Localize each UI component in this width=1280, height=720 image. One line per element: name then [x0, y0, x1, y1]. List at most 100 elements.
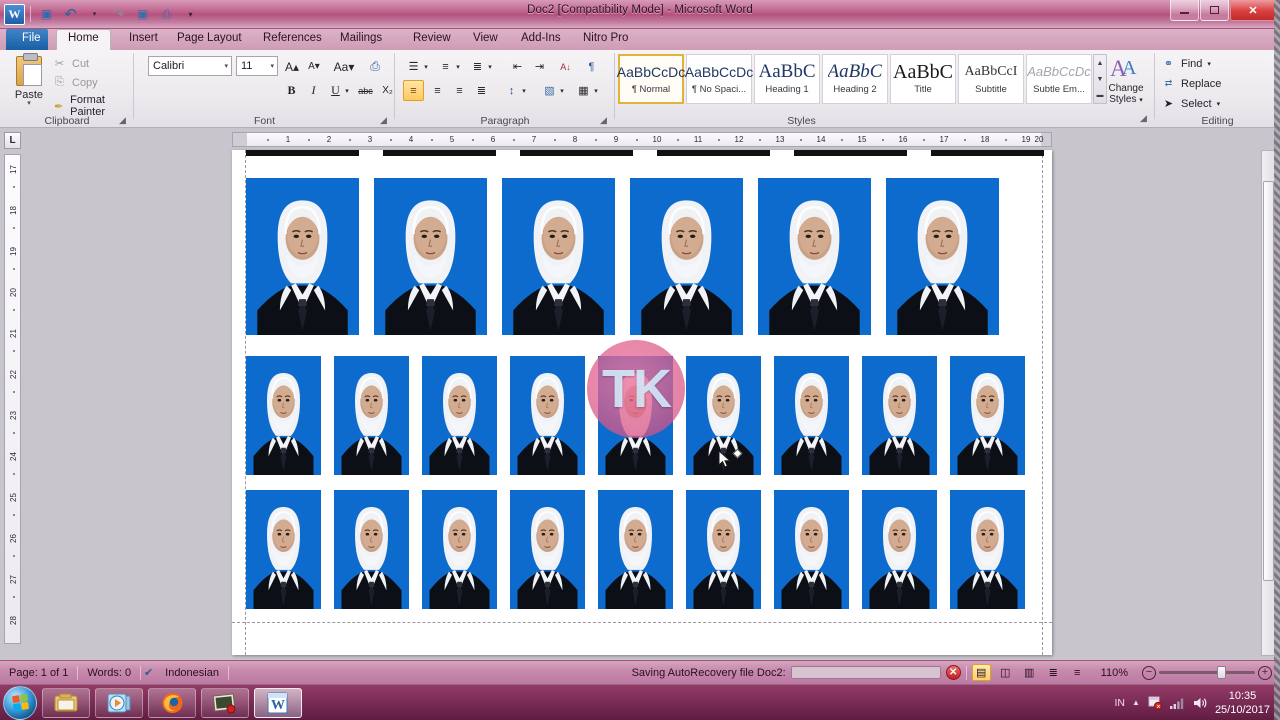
- font-dialog-launcher[interactable]: ◢: [378, 115, 389, 126]
- justify-button[interactable]: ≣: [471, 80, 492, 101]
- strikethrough-button[interactable]: abc: [355, 80, 376, 101]
- style-heading-1[interactable]: AaBbC Heading 1: [754, 54, 820, 104]
- taskbar-firefox[interactable]: [148, 687, 196, 718]
- zoom-thumb[interactable]: [1217, 666, 1226, 679]
- tab-home[interactable]: Home: [56, 29, 111, 50]
- grow-font-button[interactable]: A▴: [282, 56, 302, 77]
- italic-button[interactable]: I: [303, 80, 324, 101]
- style-title[interactable]: AaBbC Title: [890, 54, 956, 104]
- portrait-photo[interactable]: [502, 178, 615, 335]
- flag-icon[interactable]: ✕: [1147, 696, 1162, 710]
- maximize-button[interactable]: [1200, 0, 1229, 21]
- style-normal[interactable]: AaBbCcDc ¶ Normal: [617, 54, 685, 104]
- taskbar-photo-viewer[interactable]: [201, 687, 249, 718]
- tab-references[interactable]: References: [252, 29, 333, 50]
- zoom-out-button[interactable]: −: [1142, 665, 1156, 680]
- font-name-input[interactable]: Calibri ▾: [148, 56, 232, 76]
- zoom-level[interactable]: 110%: [1092, 667, 1137, 679]
- show-hidden-icons-icon[interactable]: ▲: [1132, 698, 1140, 707]
- taskbar-windows-explorer[interactable]: [42, 687, 90, 718]
- borders-dropdown-icon[interactable]: ▾: [591, 80, 601, 101]
- multilevel-list-dropdown-icon[interactable]: ▾: [485, 56, 495, 77]
- word-count[interactable]: Words: 0: [78, 667, 140, 679]
- tab-stop-selector[interactable]: L: [4, 132, 21, 149]
- portrait-photo[interactable]: [510, 490, 585, 609]
- portrait-photo[interactable]: [862, 356, 937, 475]
- print-layout-view-button[interactable]: ▤: [971, 664, 991, 681]
- network-signal-icon[interactable]: [1169, 696, 1185, 710]
- portrait-photo[interactable]: [374, 178, 487, 335]
- styles-dialog-launcher[interactable]: ◢: [1138, 113, 1149, 124]
- minimize-button[interactable]: [1170, 0, 1199, 21]
- paste-button[interactable]: Paste ▾: [8, 53, 50, 114]
- style-subtitle[interactable]: AaBbCcI Subtitle: [958, 54, 1024, 104]
- style-no-spacing[interactable]: AaBbCcDc ¶ No Spaci...: [685, 54, 753, 104]
- shading-dropdown-icon[interactable]: ▾: [557, 80, 567, 101]
- tab-add-ins[interactable]: Add-Ins: [510, 29, 572, 50]
- align-center-button[interactable]: ≡: [427, 80, 448, 101]
- portrait-photo[interactable]: [774, 490, 849, 609]
- close-button[interactable]: ✕: [1230, 0, 1276, 21]
- portrait-photo[interactable]: [630, 178, 743, 335]
- portrait-photo[interactable]: [246, 490, 321, 609]
- tab-review[interactable]: Review: [402, 29, 462, 50]
- tab-insert[interactable]: Insert: [118, 29, 169, 50]
- tab-file[interactable]: File: [6, 29, 48, 50]
- photo-partial[interactable]: [931, 150, 1044, 156]
- select-dropdown-icon[interactable]: ▾: [1217, 100, 1221, 108]
- zoom-track[interactable]: [1159, 666, 1255, 679]
- bold-button[interactable]: B: [281, 80, 302, 101]
- photo-partial[interactable]: [520, 150, 633, 156]
- style-heading-2[interactable]: AaBbC Heading 2: [822, 54, 888, 104]
- start-button[interactable]: [3, 685, 37, 720]
- zoom-slider[interactable]: − +: [1142, 665, 1272, 680]
- spell-check-icon[interactable]: ✔: [141, 666, 156, 680]
- numbering-dropdown-icon[interactable]: ▾: [453, 56, 463, 77]
- photo-partial[interactable]: [794, 150, 907, 156]
- style-subtle-emphasis[interactable]: AaBbCcDc Subtle Em...: [1026, 54, 1092, 104]
- align-right-button[interactable]: ≡: [449, 80, 470, 101]
- cut-button[interactable]: ✂ Cut: [52, 56, 89, 71]
- portrait-photo[interactable]: [422, 356, 497, 475]
- language-indicator[interactable]: Indonesian: [156, 667, 228, 679]
- font-name-dropdown-icon[interactable]: ▾: [222, 62, 228, 70]
- draft-view-button[interactable]: ≡: [1068, 664, 1087, 681]
- font-size-dropdown-icon[interactable]: ▾: [268, 62, 274, 70]
- portrait-photo[interactable]: [246, 178, 359, 335]
- line-spacing-dropdown-icon[interactable]: ▾: [519, 80, 529, 101]
- cancel-save-button[interactable]: ✕: [945, 665, 961, 680]
- underline-dropdown-icon[interactable]: ▾: [342, 80, 352, 101]
- portrait-photo[interactable]: [334, 490, 409, 609]
- portrait-photo[interactable]: [758, 178, 871, 335]
- portrait-photo[interactable]: [950, 356, 1025, 475]
- tab-view[interactable]: View: [462, 29, 509, 50]
- portrait-photo[interactable]: [686, 356, 761, 475]
- portrait-photo[interactable]: [334, 356, 409, 475]
- taskbar-windows-media-player[interactable]: [95, 687, 143, 718]
- find-button[interactable]: ⚭ Find ▾: [1161, 56, 1211, 71]
- align-left-button[interactable]: ≡: [403, 80, 424, 101]
- portrait-photo[interactable]: [246, 356, 321, 475]
- font-size-input[interactable]: 11 ▾: [236, 56, 278, 76]
- tab-page-layout[interactable]: Page Layout: [166, 29, 253, 50]
- outline-view-button[interactable]: ≣: [1044, 664, 1063, 681]
- web-layout-view-button[interactable]: ▥: [1020, 664, 1039, 681]
- clipboard-dialog-launcher[interactable]: ◢: [117, 115, 128, 126]
- document-page[interactable]: TK: [232, 150, 1052, 655]
- copy-button[interactable]: ⎘ Copy: [52, 75, 98, 90]
- increase-indent-button[interactable]: ⇥: [529, 56, 550, 77]
- tab-nitro-pro[interactable]: Nitro Pro: [572, 29, 639, 50]
- sort-button[interactable]: A↓: [555, 56, 576, 77]
- taskbar-clock[interactable]: 10:35 25/10/2017: [1215, 689, 1274, 717]
- portrait-photo[interactable]: [422, 490, 497, 609]
- change-case-button[interactable]: Aa▾: [330, 56, 358, 77]
- portrait-photo[interactable]: [886, 178, 999, 335]
- portrait-photo[interactable]: [686, 490, 761, 609]
- scrollbar-thumb[interactable]: [1263, 181, 1274, 581]
- paragraph-dialog-launcher[interactable]: ◢: [598, 115, 609, 126]
- show-formatting-marks-button[interactable]: ¶: [581, 56, 602, 77]
- portrait-photo[interactable]: [510, 356, 585, 475]
- page-indicator[interactable]: Page: 1 of 1: [0, 667, 77, 679]
- bullets-dropdown-icon[interactable]: ▾: [421, 56, 431, 77]
- speaker-icon[interactable]: [1192, 696, 1208, 710]
